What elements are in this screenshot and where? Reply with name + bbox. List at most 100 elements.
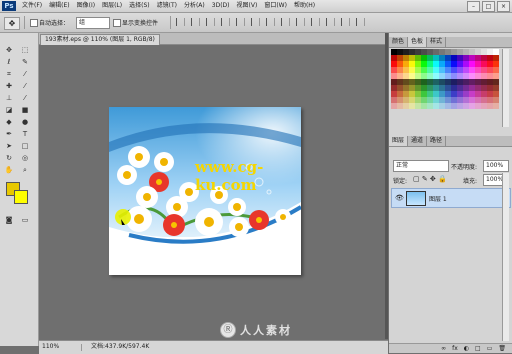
gradient-icon[interactable]: ■ bbox=[19, 105, 31, 115]
color-swatch[interactable] bbox=[493, 103, 499, 109]
close-button[interactable]: × bbox=[497, 1, 510, 12]
distribute-bottom-icon[interactable] bbox=[296, 18, 305, 26]
distribute-vcenter-icon[interactable] bbox=[281, 18, 290, 26]
align-left-icon[interactable] bbox=[221, 18, 230, 26]
menu-image[interactable]: 图像(I) bbox=[77, 0, 95, 12]
screen-mode-icon[interactable]: ▭ bbox=[19, 215, 31, 225]
marquee-icon[interactable]: ⬚ bbox=[19, 45, 31, 55]
minimize-button[interactable]: – bbox=[467, 1, 480, 12]
layer-row[interactable]: 👁 图层 1 bbox=[391, 188, 511, 208]
menu-help[interactable]: 帮助(H) bbox=[294, 0, 315, 12]
history-brush-icon[interactable]: ⁄ bbox=[19, 93, 31, 103]
tab-paths[interactable]: 路径 bbox=[427, 136, 447, 146]
menu-file[interactable]: 文件(F) bbox=[22, 0, 42, 12]
blend-mode-dropdown[interactable]: 正常 bbox=[393, 160, 449, 172]
layers-scrollbar[interactable] bbox=[502, 173, 509, 341]
menu-window[interactable]: 窗口(W) bbox=[264, 0, 287, 12]
background-color-swatch[interactable] bbox=[14, 190, 28, 204]
zoom-icon[interactable]: ⌕ bbox=[19, 165, 31, 175]
move-icon[interactable]: ✥ bbox=[3, 45, 15, 55]
image-watermark-text: www.cg-ku.com bbox=[195, 158, 264, 194]
title-bar: Ps 文件(F) 编辑(E) 图像(I) 图层(L) 选择(S) 滤镜(T) 分… bbox=[0, 0, 512, 13]
menu-analysis[interactable]: 分析(A) bbox=[184, 0, 205, 12]
show-transform-checkbox[interactable] bbox=[113, 19, 121, 27]
lock-icons[interactable]: ▢ ✎ ✥ 🔒 bbox=[413, 175, 447, 183]
lock-label: 锁定: bbox=[393, 178, 408, 185]
crop-icon[interactable]: ⌗ bbox=[3, 69, 15, 79]
auto-select-checkbox[interactable] bbox=[30, 19, 38, 27]
align-right-icon[interactable] bbox=[251, 18, 260, 26]
3d-camera-icon[interactable]: ◎ bbox=[19, 153, 31, 163]
toolbox: ✥ ⬚ ℓ ✎ ⌗ ⁄ ✚ ⁄ ⊥ ⁄ ◪ ■ ◆ ● ✒ T ➤ □ ↻ ◎ ✋ ⌕ ◙ ▭ bbox=[0, 33, 39, 346]
distribute-hcenter-icon[interactable] bbox=[326, 18, 335, 26]
doc-info: 文档:437.9K/597.4K bbox=[91, 343, 150, 350]
document-image[interactable]: www.cg-ku.com bbox=[109, 107, 301, 275]
auto-select-label: 自动选择： bbox=[39, 20, 70, 27]
dodge-icon[interactable]: ● bbox=[19, 117, 31, 127]
brush-icon[interactable]: ⁄ bbox=[19, 81, 31, 91]
layer-controls-top: 正常 不透明度: 100% bbox=[391, 160, 509, 172]
document-tab-bar: 193素材.eps @ 110% (图层 1, RGB/8) bbox=[39, 33, 385, 45]
mask-icon[interactable]: ◐ bbox=[464, 344, 469, 353]
tab-channels[interactable]: 通道 bbox=[408, 136, 428, 146]
auto-select-dropdown[interactable]: 组 bbox=[76, 17, 110, 29]
status-bar: 110% 文档:437.9K/597.4K bbox=[39, 340, 388, 354]
options-bar: ✥ 自动选择： 组 显示变换控件 bbox=[0, 13, 512, 33]
align-hcenter-icon[interactable] bbox=[236, 18, 245, 26]
auto-align-icon[interactable] bbox=[356, 18, 365, 26]
trash-icon[interactable]: 🗑 bbox=[498, 344, 506, 353]
shape-icon[interactable]: □ bbox=[19, 141, 31, 151]
distribute-top-icon[interactable] bbox=[266, 18, 275, 26]
quick-mask-icon[interactable]: ◙ bbox=[3, 215, 15, 225]
menu-filter[interactable]: 滤镜(T) bbox=[157, 0, 177, 12]
tab-color[interactable]: 颜色 bbox=[389, 37, 409, 47]
new-layer-icon[interactable]: ▭ bbox=[487, 344, 493, 353]
visibility-eye-icon[interactable]: 👁 bbox=[395, 194, 404, 202]
menu-view[interactable]: 视图(V) bbox=[237, 0, 258, 12]
tab-styles[interactable]: 样式 bbox=[427, 37, 447, 47]
distribute-left-icon[interactable] bbox=[311, 18, 320, 26]
3d-rotate-icon[interactable]: ↻ bbox=[3, 153, 15, 163]
swatch-scrollbar[interactable] bbox=[502, 49, 509, 127]
healing-icon[interactable]: ✚ bbox=[3, 81, 15, 91]
lasso-icon[interactable]: ℓ bbox=[3, 57, 15, 67]
zoom-level[interactable]: 110% bbox=[42, 341, 59, 353]
layer-controls-lock: 锁定: ▢ ✎ ✥ 🔒 填充: 100% bbox=[391, 174, 509, 186]
tab-layers[interactable]: 图层 bbox=[389, 136, 409, 146]
menu-3d[interactable]: 3D(D) bbox=[212, 0, 230, 12]
opacity-field[interactable]: 100% bbox=[483, 160, 509, 172]
document-tab[interactable]: 193素材.eps @ 110% (图层 1, RGB/8) bbox=[40, 34, 160, 45]
canvas-vertical-scrollbar[interactable] bbox=[385, 33, 388, 339]
watermark-text: 人人素材 bbox=[240, 324, 292, 337]
menu-bar: 文件(F) 编辑(E) 图像(I) 图层(L) 选择(S) 滤镜(T) 分析(A… bbox=[22, 0, 315, 12]
eraser-icon[interactable]: ◪ bbox=[3, 105, 15, 115]
align-top-icon[interactable] bbox=[176, 18, 185, 26]
fx-icon[interactable]: fx bbox=[452, 344, 458, 353]
layer-thumbnail bbox=[406, 191, 426, 206]
stamp-icon[interactable]: ⊥ bbox=[3, 93, 15, 103]
path-select-icon[interactable]: ➤ bbox=[3, 141, 15, 151]
adjustment-icon[interactable]: □ bbox=[475, 344, 481, 353]
align-vcenter-icon[interactable] bbox=[191, 18, 200, 26]
move-tool-icon[interactable]: ✥ bbox=[4, 17, 20, 30]
status-divider bbox=[81, 344, 82, 351]
eyedropper-icon[interactable]: ⁄ bbox=[19, 69, 31, 79]
pen-icon[interactable]: ✒ bbox=[3, 129, 15, 139]
maximize-button[interactable]: □ bbox=[482, 1, 495, 12]
distribute-right-icon[interactable] bbox=[341, 18, 350, 26]
menu-edit[interactable]: 编辑(E) bbox=[49, 0, 69, 12]
layers-panel-tabs: 图层 通道 路径 bbox=[389, 136, 512, 147]
align-bottom-icon[interactable] bbox=[206, 18, 215, 26]
blur-icon[interactable]: ◆ bbox=[3, 117, 15, 127]
link-layers-icon[interactable]: ∞ bbox=[441, 344, 446, 353]
tab-swatches[interactable]: 色板 bbox=[408, 37, 428, 47]
swatch-grid[interactable] bbox=[391, 49, 499, 109]
hand-icon[interactable]: ✋ bbox=[3, 165, 15, 175]
opacity-label: 不透明度: bbox=[451, 164, 478, 171]
quick-select-icon[interactable]: ✎ bbox=[19, 57, 31, 67]
layer-name[interactable]: 图层 1 bbox=[429, 194, 447, 203]
menu-layer[interactable]: 图层(L) bbox=[102, 0, 122, 12]
menu-select[interactable]: 选择(S) bbox=[129, 0, 150, 12]
divider bbox=[170, 16, 171, 29]
type-icon[interactable]: T bbox=[19, 129, 31, 139]
